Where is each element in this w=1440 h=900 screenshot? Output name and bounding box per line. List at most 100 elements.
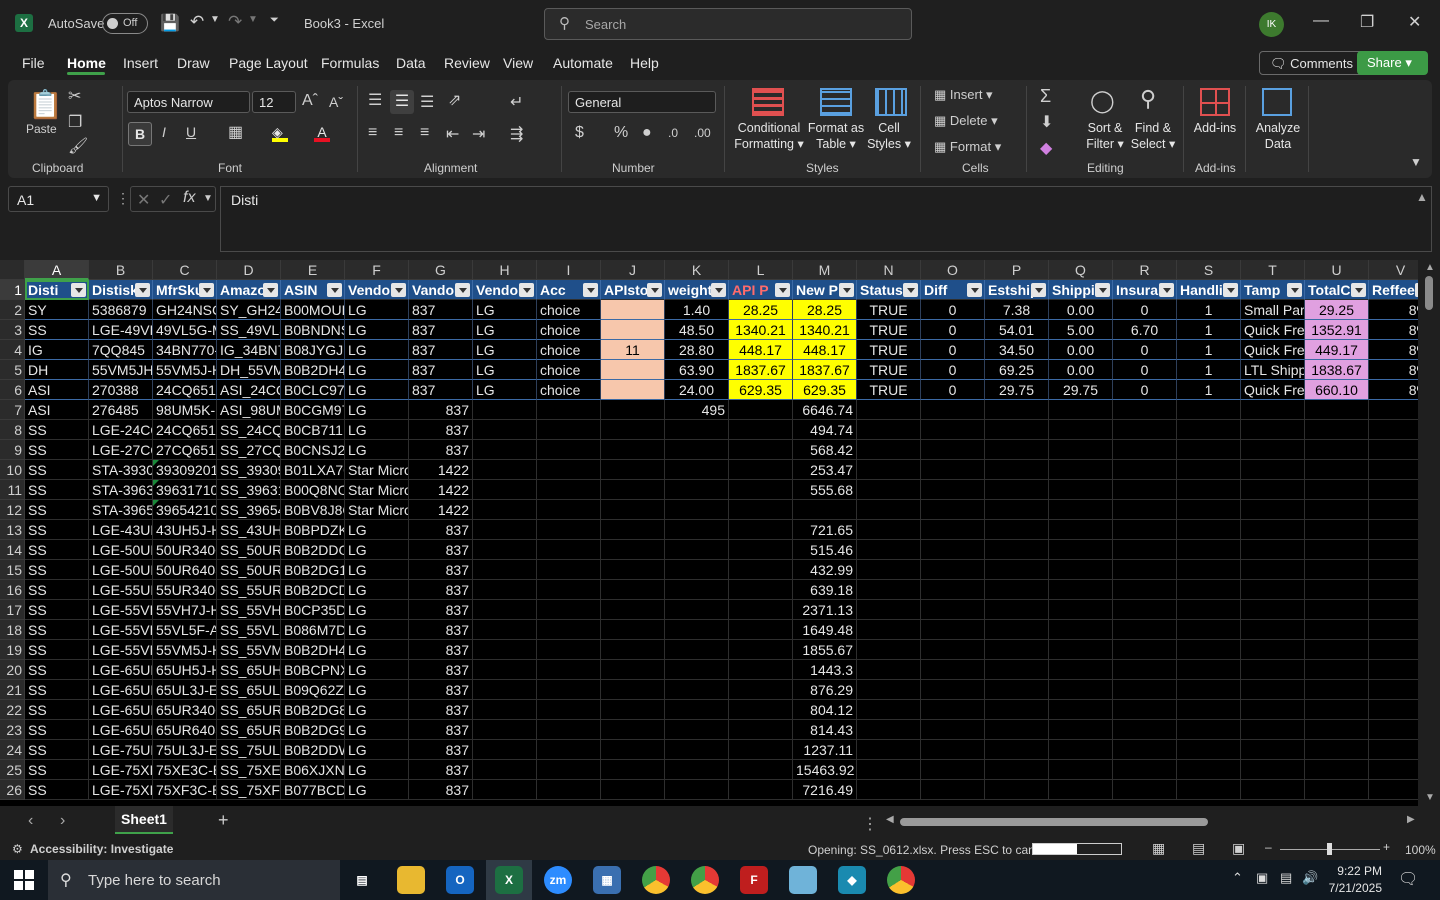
table-cell[interactable] (1177, 720, 1241, 740)
menu-insert[interactable]: Insert (123, 55, 158, 71)
table-cell[interactable] (857, 560, 921, 580)
table-cell[interactable]: LG (345, 340, 409, 360)
table-header-cell[interactable]: APIsto (601, 280, 665, 300)
table-cell[interactable] (665, 640, 729, 660)
row-header-26[interactable]: 26 (0, 780, 25, 800)
column-header-g[interactable]: G (409, 260, 473, 280)
table-cell[interactable] (1049, 760, 1113, 780)
table-cell[interactable]: LG (345, 780, 409, 800)
table-cell[interactable] (1049, 600, 1113, 620)
table-cell[interactable] (1305, 780, 1369, 800)
table-cell[interactable] (729, 760, 793, 780)
table-cell[interactable] (601, 320, 665, 340)
table-cell[interactable]: SS_55UR34 (217, 580, 281, 600)
table-cell[interactable] (1177, 760, 1241, 780)
table-cell[interactable]: LGE-65UL3 (89, 680, 153, 700)
table-cell[interactable] (1113, 580, 1177, 600)
table-cell[interactable]: DH_55VM5 (217, 360, 281, 380)
table-cell[interactable] (1113, 420, 1177, 440)
table-cell[interactable] (1113, 760, 1177, 780)
table-cell[interactable]: SS_24CQ65 (217, 420, 281, 440)
column-header-l[interactable]: L (729, 260, 793, 280)
increase-decimal-icon[interactable]: .0 (668, 126, 678, 140)
table-cell[interactable] (729, 480, 793, 500)
worksheet-grid[interactable]: A B C D E F G H I J K L M N O P Q R S T U V 1 Disti Distisk MfrSk… (0, 260, 1418, 806)
table-cell[interactable] (473, 560, 537, 580)
table-cell[interactable] (601, 460, 665, 480)
table-cell[interactable]: LG (345, 420, 409, 440)
table-cell[interactable]: 65UL3J-E (153, 680, 217, 700)
horizontal-scroll-thumb[interactable] (900, 818, 1208, 826)
table-cell[interactable]: B00MOUB (281, 300, 345, 320)
align-center-icon[interactable]: ≡ (394, 124, 403, 142)
save-icon[interactable]: 💾 (160, 13, 180, 33)
table-cell[interactable] (665, 680, 729, 700)
table-cell[interactable]: 449.17 (1305, 340, 1369, 360)
table-cell[interactable]: LG (345, 320, 409, 340)
table-cell[interactable]: SS_75XE3C (217, 760, 281, 780)
table-cell[interactable] (473, 540, 537, 560)
font-size-select[interactable]: 12 (252, 91, 296, 113)
table-cell[interactable]: TRUE (857, 360, 921, 380)
table-cell[interactable] (985, 660, 1049, 680)
table-cell[interactable]: LG (345, 660, 409, 680)
table-cell[interactable] (665, 540, 729, 560)
table-cell[interactable] (985, 600, 1049, 620)
zoom-in-icon[interactable]: + (1383, 840, 1390, 854)
row-header-19[interactable]: 19 (0, 640, 25, 660)
table-cell[interactable]: LG (345, 640, 409, 660)
table-cell[interactable]: B0CNSJ2T (281, 440, 345, 460)
table-cell[interactable] (921, 760, 985, 780)
table-cell[interactable] (601, 740, 665, 760)
table-cell[interactable] (1369, 680, 1418, 700)
table-cell[interactable] (1241, 660, 1305, 680)
row-header-5[interactable]: 5 (0, 360, 25, 380)
table-cell[interactable]: LGE-55UR3 (89, 580, 153, 600)
table-cell[interactable] (473, 400, 537, 420)
table-header-cell[interactable]: TotalC (1305, 280, 1369, 300)
table-cell[interactable] (537, 540, 601, 560)
column-header-e[interactable]: E (281, 260, 345, 280)
table-header-cell[interactable]: API P (729, 280, 793, 300)
table-cell[interactable]: 814.43 (793, 720, 857, 740)
table-cell[interactable] (1113, 560, 1177, 580)
table-cell[interactable] (1305, 500, 1369, 520)
table-cell[interactable]: LG (345, 540, 409, 560)
table-cell[interactable]: B0BNDNS (281, 320, 345, 340)
table-cell[interactable] (665, 560, 729, 580)
table-header-cell[interactable]: Shippi (1049, 280, 1113, 300)
table-cell[interactable]: B09Q62ZB (281, 680, 345, 700)
table-cell[interactable]: B08JYGJP3 (281, 340, 345, 360)
table-cell[interactable]: 837 (409, 680, 473, 700)
conditional-formatting-icon[interactable] (752, 88, 784, 116)
row-header-16[interactable]: 16 (0, 580, 25, 600)
table-cell[interactable]: 34BN770-B (153, 340, 217, 360)
row-header-21[interactable]: 21 (0, 680, 25, 700)
table-cell[interactable] (921, 520, 985, 540)
table-cell[interactable]: 0 (1113, 380, 1177, 400)
table-cell[interactable] (1049, 400, 1113, 420)
row-header-2[interactable]: 2 (0, 300, 25, 320)
row-header-12[interactable]: 12 (0, 500, 25, 520)
table-cell[interactable] (1305, 680, 1369, 700)
table-cell[interactable]: SS_75XF3C (217, 780, 281, 800)
column-header-k[interactable]: K (665, 260, 729, 280)
table-cell[interactable] (1241, 600, 1305, 620)
table-cell[interactable] (665, 780, 729, 800)
row-header-25[interactable]: 25 (0, 760, 25, 780)
table-cell[interactable] (985, 580, 1049, 600)
table-cell[interactable] (1177, 740, 1241, 760)
table-cell[interactable] (1241, 500, 1305, 520)
column-header-b[interactable]: B (89, 260, 153, 280)
table-cell[interactable]: choice (537, 320, 601, 340)
table-cell[interactable] (985, 680, 1049, 700)
table-cell[interactable] (473, 640, 537, 660)
column-header-r[interactable]: R (1113, 260, 1177, 280)
table-cell[interactable] (473, 740, 537, 760)
table-cell[interactable] (921, 640, 985, 660)
table-header-cell[interactable]: New P (793, 280, 857, 300)
table-cell[interactable]: IG_34BN77 (217, 340, 281, 360)
table-cell[interactable] (1305, 640, 1369, 660)
table-cell[interactable]: 1837.67 (729, 360, 793, 380)
tab-sheet1[interactable]: Sheet1 (115, 806, 173, 834)
